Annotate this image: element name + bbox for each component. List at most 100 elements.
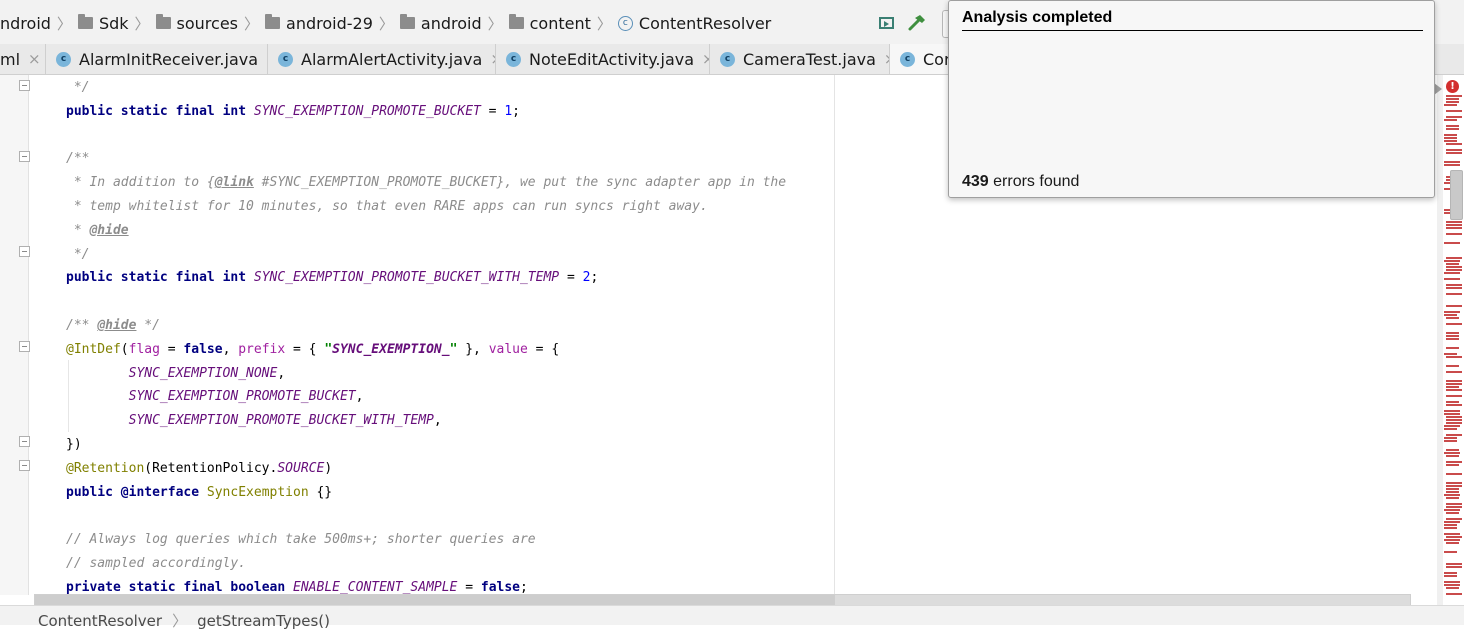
code-line[interactable]: */ — [66, 243, 786, 267]
analysis-popup[interactable]: Analysis completed 439 errors found — [948, 0, 1435, 198]
error-marker[interactable] — [1444, 428, 1457, 430]
code-line[interactable]: SYNC_EXEMPTION_NONE, — [66, 362, 786, 386]
run-config-icon[interactable] — [875, 12, 897, 34]
fold-icon[interactable] — [19, 341, 30, 352]
code-line[interactable] — [66, 290, 786, 314]
code-line[interactable]: * temp whitelist for 10 minutes, so that… — [66, 195, 786, 219]
code-line[interactable]: * In addition to {@link #SYNC_EXEMPTION_… — [66, 171, 786, 195]
error-marker[interactable] — [1446, 512, 1459, 514]
structure-item-method[interactable]: getStreamTypes() — [197, 612, 330, 630]
error-marker[interactable] — [1446, 401, 1459, 403]
error-marker[interactable] — [1444, 137, 1457, 139]
error-marker[interactable] — [1444, 410, 1460, 412]
code-line[interactable]: /** — [66, 147, 786, 171]
error-marker[interactable] — [1446, 383, 1462, 385]
error-marker[interactable] — [1444, 575, 1457, 577]
error-marker[interactable] — [1444, 539, 1460, 541]
error-marker[interactable] — [1444, 164, 1460, 166]
error-marker[interactable] — [1446, 464, 1459, 466]
breadcrumb-item-sdk[interactable]: Sdk — [77, 14, 129, 33]
error-marker[interactable] — [1444, 119, 1457, 121]
code-line[interactable]: /** @hide */ — [66, 314, 786, 338]
error-marker[interactable] — [1446, 536, 1462, 538]
code-line[interactable] — [66, 504, 786, 528]
error-marker[interactable] — [1444, 353, 1457, 355]
code-line[interactable]: * @hide — [66, 219, 786, 243]
error-marker[interactable] — [1446, 506, 1462, 508]
error-marker[interactable] — [1446, 371, 1462, 373]
error-marker[interactable] — [1446, 110, 1462, 112]
error-marker[interactable] — [1444, 527, 1457, 529]
error-marker[interactable] — [1446, 434, 1462, 436]
error-marker[interactable] — [1446, 293, 1462, 295]
breadcrumb-item-sources[interactable]: sources — [155, 14, 238, 33]
error-marker[interactable] — [1446, 593, 1462, 595]
error-marker[interactable] — [1444, 278, 1460, 280]
error-marker[interactable] — [1446, 305, 1462, 307]
error-marker[interactable] — [1446, 380, 1462, 382]
error-marker[interactable] — [1446, 455, 1459, 457]
build-hammer-icon[interactable] — [906, 12, 928, 34]
error-marker[interactable] — [1444, 524, 1457, 526]
error-marker[interactable] — [1446, 269, 1462, 271]
error-marker[interactable] — [1446, 395, 1462, 397]
code-line[interactable]: // sampled accordingly. — [66, 552, 786, 576]
error-marker[interactable] — [1444, 509, 1460, 511]
code-line[interactable]: @Retention(RetentionPolicy.SOURCE) — [66, 457, 786, 481]
error-marker[interactable] — [1446, 587, 1459, 589]
breadcrumb-item-content[interactable]: content — [508, 14, 591, 33]
error-marker[interactable] — [1444, 584, 1460, 586]
error-marker[interactable] — [1446, 233, 1462, 235]
code-line[interactable]: SYNC_EXEMPTION_PROMOTE_BUCKET, — [66, 385, 786, 409]
error-marker[interactable] — [1446, 338, 1459, 340]
breadcrumb-item-contentresolver[interactable]: c ContentResolver — [617, 14, 771, 33]
error-marker[interactable] — [1446, 101, 1459, 103]
error-marker[interactable] — [1444, 161, 1460, 163]
error-marker[interactable] — [1446, 335, 1459, 337]
error-marker[interactable] — [1446, 419, 1462, 421]
tab-alarmalertactivity[interactable]: cAlarmAlertActivity.java× — [268, 44, 496, 74]
code-line[interactable]: @IntDef(flag = false, prefix = { "SYNC_E… — [66, 338, 786, 362]
error-marker[interactable] — [1446, 422, 1462, 424]
error-marker[interactable] — [1446, 263, 1459, 265]
code-line[interactable]: // Always log queries which take 500ms+;… — [66, 528, 786, 552]
error-marker[interactable] — [1446, 95, 1462, 97]
error-marker[interactable] — [1446, 347, 1459, 349]
error-marker[interactable] — [1444, 272, 1460, 274]
error-marker[interactable] — [1446, 488, 1459, 490]
error-marker[interactable] — [1446, 497, 1459, 499]
error-indicator-icon[interactable]: ! — [1446, 80, 1459, 93]
code-line[interactable] — [66, 124, 786, 148]
code-editor[interactable]: */public static final int SYNC_EXEMPTION… — [66, 76, 786, 600]
error-marker[interactable] — [1446, 227, 1462, 229]
error-marker[interactable] — [1446, 323, 1462, 325]
code-line[interactable]: public static final int SYNC_EXEMPTION_P… — [66, 100, 786, 124]
error-marker[interactable] — [1444, 242, 1460, 244]
breadcrumb-item-android[interactable]: android — [399, 14, 482, 33]
error-marker[interactable] — [1446, 221, 1462, 223]
error-marker[interactable] — [1446, 125, 1459, 127]
error-marker[interactable] — [1446, 116, 1462, 118]
error-marker[interactable] — [1446, 284, 1462, 286]
error-marker[interactable] — [1446, 503, 1462, 505]
tab-cameratest[interactable]: cCameraTest.java× — [710, 44, 890, 74]
breadcrumb-item-android-29[interactable]: android-29 — [265, 14, 373, 33]
code-line[interactable]: */ — [66, 76, 786, 100]
error-marker[interactable] — [1446, 389, 1462, 391]
error-marker[interactable] — [1446, 386, 1459, 388]
close-icon[interactable]: × — [702, 50, 709, 68]
tab-alarminitreceiver[interactable]: cAlarmInitReceiver.java× — [46, 44, 268, 74]
error-marker[interactable] — [1446, 404, 1462, 406]
error-marker[interactable] — [1444, 140, 1457, 142]
tab-noteeditactivity[interactable]: c NoteEditActivity.java × — [496, 44, 710, 74]
fold-icon[interactable] — [19, 436, 30, 447]
error-marker[interactable] — [1446, 128, 1459, 130]
error-marker[interactable] — [1446, 98, 1459, 100]
error-marker[interactable] — [1446, 287, 1462, 289]
code-line[interactable]: public static final int SYNC_EXEMPTION_P… — [66, 266, 786, 290]
error-marker[interactable] — [1444, 311, 1460, 313]
error-marker[interactable] — [1446, 224, 1462, 226]
fold-icon[interactable] — [19, 80, 30, 91]
fold-icon[interactable] — [19, 460, 30, 471]
error-marker[interactable] — [1446, 356, 1462, 358]
